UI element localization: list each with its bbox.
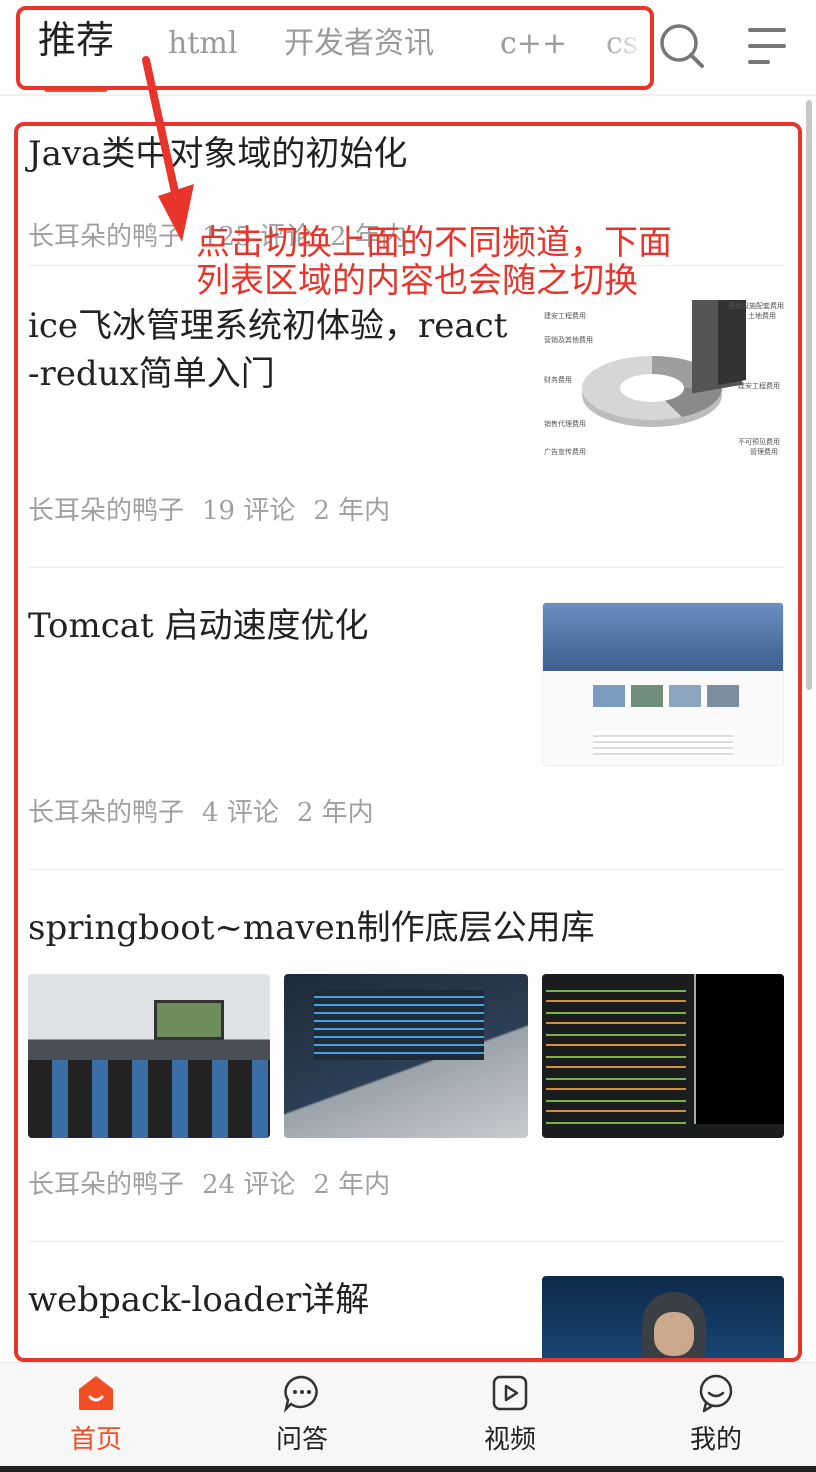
- chat-icon: [283, 1375, 318, 1413]
- annotation-box-channels: [16, 6, 654, 90]
- bottom-tab-bar: 首页 问答 视频 我的: [0, 1362, 816, 1466]
- menu-icon: [748, 28, 786, 64]
- annotation-arrow: [142, 56, 194, 242]
- home-indicator: [0, 1466, 816, 1472]
- tab-qa[interactable]: 问答: [242, 1373, 362, 1463]
- tab-home[interactable]: 首页: [36, 1373, 156, 1463]
- search-icon: [660, 24, 704, 68]
- search-button[interactable]: [656, 20, 708, 72]
- tab-video[interactable]: 视频: [450, 1373, 570, 1463]
- home-icon: [79, 1376, 113, 1410]
- video-icon: [492, 1375, 528, 1411]
- tab-qa-label: 问答: [275, 1425, 328, 1455]
- menu-button[interactable]: [740, 22, 792, 70]
- tab-profile-label: 我的: [689, 1425, 742, 1455]
- annotation-box-list: [14, 122, 802, 1362]
- annotation-line1: 点击切换上面的不同频道，下面: [196, 223, 672, 263]
- annotation-line2: 列表区域的内容也会随之切换: [196, 261, 638, 301]
- tab-home-label: 首页: [69, 1425, 122, 1455]
- feed-scrollbar[interactable]: [806, 100, 812, 690]
- profile-icon: [699, 1374, 733, 1413]
- annotation-text: 点击切换上面的不同频道，下面 列表区域的内容也会随之切换: [196, 224, 672, 300]
- tab-video-label: 视频: [483, 1425, 536, 1455]
- tab-profile[interactable]: 我的: [656, 1373, 776, 1463]
